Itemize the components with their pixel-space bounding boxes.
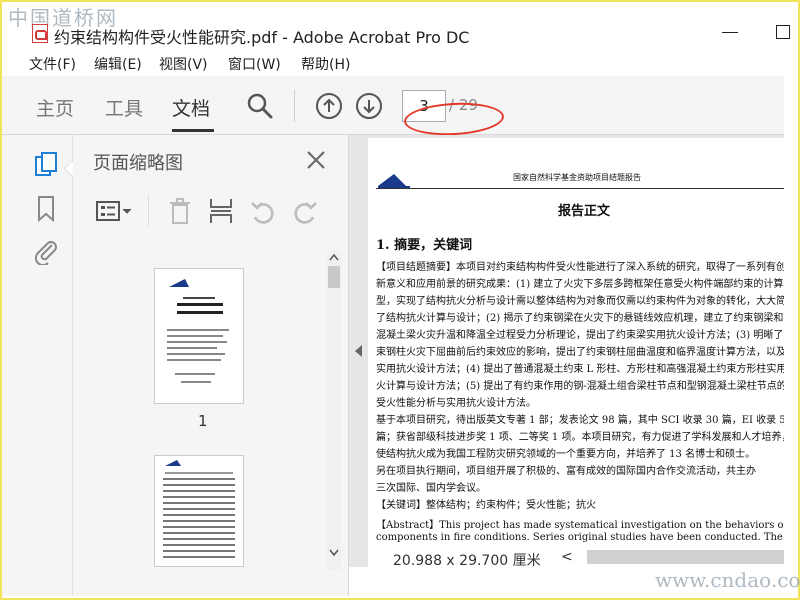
search-icon[interactable]	[246, 92, 274, 120]
body-line: 篇；获省部级科技进步奖 1 项、二等奖 1 项。本项目研究，有力促进了学科发展和…	[376, 432, 784, 443]
thumbnail-page-1[interactable]	[154, 268, 244, 404]
thumbnail-options-icon[interactable]	[95, 199, 133, 225]
body-line: 【项目结题摘要】本项目对约束结构构件受火性能进行了深入系统的研究，取得了一系列有…	[376, 262, 784, 273]
menu-bar: 文件(F) 编辑(E) 视图(V) 窗口(W) 帮助(H)	[2, 50, 798, 76]
tab-tools[interactable]: 工具	[105, 94, 143, 121]
thumbnail-preview	[163, 460, 235, 558]
nsfc-logo	[378, 174, 410, 188]
watermark-bottom: www.cndao.com	[655, 568, 800, 592]
panel-separator	[148, 195, 149, 227]
scroll-left-button[interactable]: <	[561, 549, 573, 565]
body-line: 实用抗火设计方法；(4) 提出了普通混凝土约束 L 形柱、方形柱和高强混凝土约束…	[376, 364, 784, 375]
rotate-left-icon[interactable]	[249, 197, 277, 225]
bookmark-icon[interactable]	[36, 195, 56, 223]
header-rule	[376, 188, 784, 189]
page-title: 报告正文	[558, 204, 611, 219]
delete-page-icon[interactable]	[167, 197, 193, 225]
window-title: 约束结构构件受火性能研究.pdf - Adobe Acrobat Pro DC	[54, 28, 470, 47]
menu-view[interactable]: 视图(V)	[159, 54, 208, 74]
thumbnail-page-2[interactable]	[154, 455, 244, 567]
menu-file[interactable]: 文件(F)	[29, 54, 76, 74]
horizontal-scrollbar[interactable]	[587, 550, 784, 564]
rotate-right-icon[interactable]	[291, 197, 319, 225]
pdf-file-icon	[32, 24, 48, 43]
menu-help[interactable]: 帮助(H)	[301, 54, 350, 74]
body-line: 【关键词】整体结构；约束构件；受火性能；抗火	[376, 500, 596, 511]
minimize-icon[interactable]	[722, 32, 738, 33]
thumbnail-scrollbar[interactable]	[327, 250, 341, 570]
page-down-icon[interactable]	[355, 92, 383, 120]
toolbar-separator	[294, 90, 295, 122]
body-line: 基于本项目研究，待出版英文专著 1 部；发表论文 98 篇，其中 SCI 收录 …	[376, 415, 784, 426]
thumbnail-page-number: 1	[198, 412, 208, 430]
panel-title: 页面缩略图	[93, 153, 183, 174]
body-line: 三次国际、国内学会议。	[376, 483, 486, 494]
tab-home[interactable]: 主页	[36, 94, 74, 121]
maximize-icon[interactable]	[776, 25, 790, 39]
body-line: 使结构抗火成为我国工程防灾研究领域的一个重要方向，并培养了 13 名博士和硕士。	[376, 449, 756, 460]
scrollbar-arrows	[329, 253, 339, 557]
body-line: components in fire conditions. Series or…	[376, 532, 784, 543]
replace-page-icon[interactable]	[207, 197, 235, 225]
body-line: 混凝土梁火灾升温和降温全过程受力分析理论，提出了约束梁实用抗火设计方法；(3) …	[376, 330, 784, 341]
active-tab-indicator	[172, 129, 214, 132]
menu-edit[interactable]: 编辑(E)	[94, 54, 142, 74]
collapse-panel-icon[interactable]	[355, 345, 362, 357]
body-line: 火计算与设计方法；(5) 提出了有约束作用的钢-混凝土组合梁柱节点和型钢混凝土梁…	[376, 381, 784, 392]
attachment-icon[interactable]	[32, 237, 60, 265]
body-line: 型，实现了结构抗火分析与设计需以整体结构为对象而仅需以约束构件为对象的转化，大大…	[376, 296, 784, 307]
body-line: 受火性能分析与实用抗火设计方法。	[376, 398, 536, 409]
page-header: 国家自然科学基金资助项目结题报告	[513, 173, 641, 182]
page-thumbnails-icon[interactable]	[34, 151, 58, 179]
body-line: 新意义和应用前景的研究成果：(1) 建立了火灾下多层多跨框架任意受火构件端部约束…	[376, 279, 784, 290]
menu-window[interactable]: 窗口(W)	[228, 54, 281, 74]
page-size-label: 20.988 x 29.700 厘米	[393, 553, 541, 569]
body-line: 另在项目执行期间，项目组开展了积极的、富有成效的国际国内合作交流活动，共主办	[376, 466, 756, 477]
close-icon[interactable]	[305, 149, 327, 171]
page-up-icon[interactable]	[315, 92, 343, 120]
body-line: 束钢柱火灾下屈曲前后约束效应的影响，提出了约束钢柱屈曲温度和临界温度计算方法，以…	[376, 347, 784, 358]
body-line: 了结构抗火计算与设计；(2) 揭示了约束钢梁在火灾下的悬链线效应机理，建立了约束…	[376, 313, 784, 324]
document-page: 国家自然科学基金资助项目结题报告 报告正文 1. 摘要，关键词 【项目结题摘要】…	[368, 138, 784, 550]
thumbnail-preview	[167, 279, 229, 383]
thumbnail-scrollbar-thumb[interactable]	[328, 266, 340, 288]
toolbar: 主页 工具 文档 3 / 29	[2, 76, 784, 135]
section-heading: 1. 摘要，关键词	[376, 238, 473, 253]
title-bar: 中国道桥网 约束结构构件受火性能研究.pdf - Adobe Acrobat P…	[2, 2, 798, 50]
left-nav-pane	[2, 135, 73, 596]
tab-document[interactable]: 文档	[172, 94, 210, 121]
body-line: 【Abstract】This project has made systemat…	[376, 520, 784, 531]
